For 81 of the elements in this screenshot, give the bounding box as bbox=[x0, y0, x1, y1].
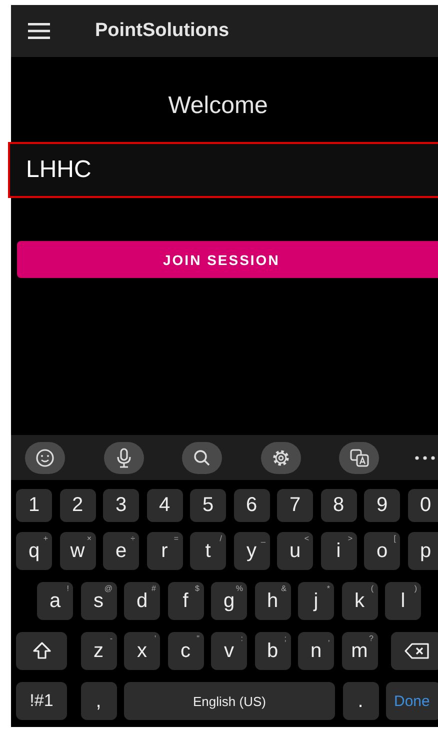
keyboard-key[interactable]: c " bbox=[168, 632, 204, 670]
symbols-key[interactable]: !#1 bbox=[16, 682, 67, 720]
keyboard-key[interactable]: l ) bbox=[385, 582, 421, 620]
keyboard-key[interactable]: 7 bbox=[277, 489, 313, 522]
keyboard-key[interactable]: a ! bbox=[37, 582, 73, 620]
key-hint: ? bbox=[369, 634, 374, 643]
key-hint: - bbox=[110, 634, 112, 643]
key-hint: < bbox=[304, 534, 309, 543]
emoji-icon[interactable] bbox=[25, 442, 65, 474]
keyboard-key[interactable]: j * bbox=[298, 582, 334, 620]
app-title: PointSolutions bbox=[95, 20, 230, 42]
welcome-heading: Welcome bbox=[167, 92, 269, 120]
translate-icon[interactable] bbox=[339, 442, 379, 474]
key-hint: ! bbox=[66, 584, 69, 593]
session-id-field[interactable]: LHHC bbox=[8, 142, 438, 198]
keyboard-key[interactable]: 8 bbox=[320, 489, 356, 522]
keyboard-key[interactable]: , bbox=[80, 682, 116, 720]
shift-icon bbox=[32, 641, 52, 661]
keyboard-key[interactable]: q + bbox=[16, 532, 52, 570]
backspace-key[interactable] bbox=[391, 632, 438, 670]
key-hint: , bbox=[328, 634, 330, 643]
settings-icon[interactable] bbox=[260, 442, 300, 474]
backspace-icon bbox=[404, 642, 430, 660]
keyboard-key[interactable]: 5 bbox=[190, 489, 226, 522]
keyboard-key[interactable]: r = bbox=[146, 532, 182, 570]
keyboard-key[interactable]: f $ bbox=[168, 582, 204, 620]
key-hint: > bbox=[348, 534, 352, 543]
keyboard-key[interactable]: m ? bbox=[342, 632, 378, 670]
keyboard-key[interactable]: e ÷ bbox=[103, 532, 139, 570]
key-hint: ; bbox=[284, 634, 286, 643]
keyboard-key[interactable]: p bbox=[408, 532, 438, 570]
keyboard-key[interactable]: x ' bbox=[124, 632, 160, 670]
key-hint: * bbox=[326, 584, 330, 593]
keyboard-key[interactable]: d # bbox=[124, 582, 160, 620]
keyboard-key[interactable]: 4 bbox=[146, 489, 182, 522]
keyboard-key[interactable]: 3 bbox=[103, 489, 139, 522]
key-hint: : bbox=[240, 634, 243, 643]
keyboard-key[interactable]: u < bbox=[277, 532, 313, 570]
key-hint: = bbox=[174, 534, 178, 543]
keyboard-key[interactable]: z - bbox=[80, 632, 116, 670]
key-hint: ) bbox=[414, 584, 417, 593]
menu-icon[interactable] bbox=[28, 23, 50, 39]
keyboard-key[interactable]: b ; bbox=[254, 632, 290, 670]
keyboard-key[interactable]: 1 bbox=[16, 489, 52, 522]
keyboard-key[interactable]: t / bbox=[190, 532, 226, 570]
key-hint: / bbox=[220, 534, 222, 543]
search-icon[interactable] bbox=[182, 442, 222, 474]
keyboard-key[interactable]: s @ bbox=[80, 582, 116, 620]
keyboard-key[interactable]: w × bbox=[60, 532, 96, 570]
more-icon[interactable] bbox=[414, 456, 434, 460]
key-hint: % bbox=[236, 584, 243, 593]
key-hint: × bbox=[86, 534, 92, 543]
key-hint: _ bbox=[261, 534, 266, 543]
keyboard-key[interactable]: i > bbox=[320, 532, 356, 570]
keyboard-key[interactable]: 0 bbox=[408, 489, 438, 522]
keyboard-key[interactable]: n , bbox=[298, 632, 334, 670]
keyboard-key[interactable]: v : bbox=[211, 632, 247, 670]
key-hint: & bbox=[281, 584, 286, 593]
key-hint: + bbox=[43, 534, 48, 543]
key-hint: [ bbox=[394, 534, 396, 543]
keyboard-key[interactable]: y _ bbox=[234, 532, 270, 570]
keyboard-key[interactable]: . bbox=[342, 682, 378, 720]
keyboard-key[interactable]: 6 bbox=[234, 489, 270, 522]
microphone-icon[interactable] bbox=[104, 442, 144, 474]
keyboard-key[interactable]: h & bbox=[254, 582, 290, 620]
key-hint: ( bbox=[370, 584, 374, 593]
key-hint: ' bbox=[154, 634, 156, 643]
keyboard-key[interactable]: 9 bbox=[364, 489, 400, 522]
done-key[interactable]: Done bbox=[386, 682, 438, 720]
join-session-button[interactable]: JOIN SESSION bbox=[17, 241, 438, 278]
keyboard-key[interactable]: k ( bbox=[342, 582, 378, 620]
keyboard-key[interactable]: g % bbox=[211, 582, 247, 620]
key-hint: ÷ bbox=[130, 534, 135, 543]
key-hint: " bbox=[196, 634, 200, 643]
key-hint: $ bbox=[195, 584, 200, 593]
space-bar[interactable]: English (US) bbox=[124, 682, 335, 720]
keyboard-key[interactable]: o [ bbox=[364, 532, 400, 570]
key-hint: # bbox=[152, 584, 156, 593]
shift-key[interactable] bbox=[16, 632, 67, 670]
key-hint: @ bbox=[104, 584, 112, 593]
keyboard-key[interactable]: 2 bbox=[60, 489, 96, 522]
